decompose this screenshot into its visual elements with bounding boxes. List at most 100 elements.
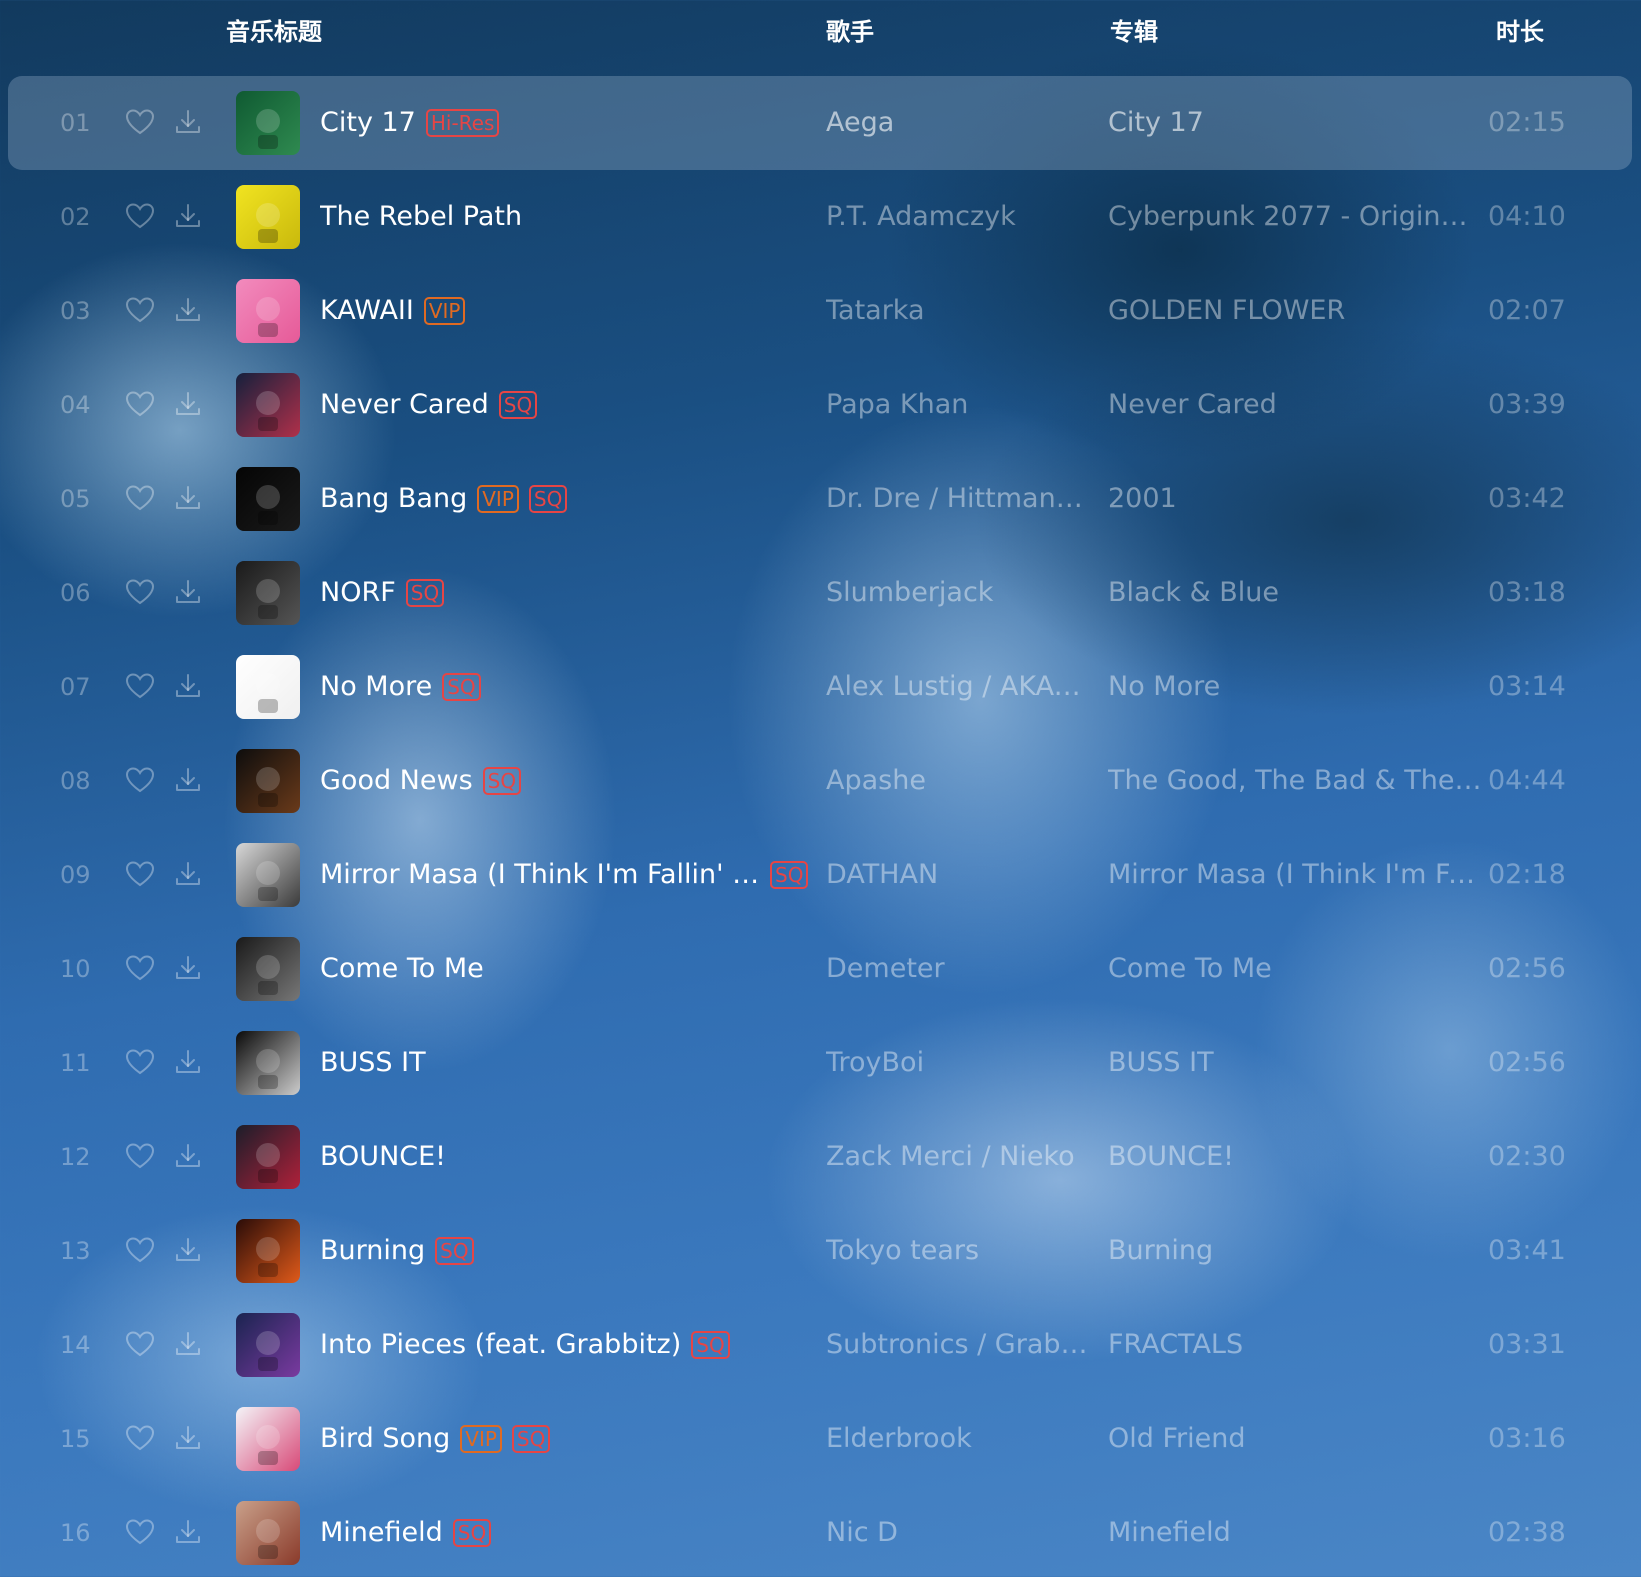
track-album[interactable]: Old Friend xyxy=(1108,1421,1483,1457)
download-icon[interactable] xyxy=(172,106,204,138)
download-icon[interactable] xyxy=(172,670,204,702)
track-album[interactable]: Come To Me xyxy=(1108,951,1483,987)
golden-flower-art[interactable] xyxy=(236,279,300,343)
download-icon[interactable] xyxy=(172,1516,204,1548)
fire-art[interactable] xyxy=(236,1219,300,1283)
column-header-album[interactable]: 专辑 xyxy=(1110,16,1158,48)
track-album[interactable]: Minefield xyxy=(1108,1515,1483,1551)
track-title[interactable]: BUSS IT xyxy=(320,1045,426,1081)
track-row[interactable]: 07 No More SQ Alex Lustig / AKACI... No … xyxy=(8,640,1632,734)
track-row[interactable]: 09 Mirror Masa (I Think I'm Fallin' for … xyxy=(8,828,1632,922)
heart-icon[interactable] xyxy=(124,388,156,420)
track-title[interactable]: City 17 xyxy=(320,105,416,141)
download-icon[interactable] xyxy=(172,952,204,984)
track-row[interactable]: 01 City 17 Hi-Res Aega City 17 02:15 xyxy=(8,76,1632,170)
heart-icon[interactable] xyxy=(124,858,156,890)
track-artist[interactable]: Demeter xyxy=(826,951,1088,987)
download-icon[interactable] xyxy=(172,294,204,326)
track-title[interactable]: Bang Bang xyxy=(320,481,467,517)
figure-art[interactable] xyxy=(236,373,300,437)
column-header-artist[interactable]: 歌手 xyxy=(826,16,874,48)
track-row[interactable]: 15 Bird Song VIP SQ Elderbrook Old Friend… xyxy=(8,1392,1632,1486)
star-art[interactable] xyxy=(236,1031,300,1095)
download-icon[interactable] xyxy=(172,200,204,232)
track-album[interactable]: The Good, The Bad & The F... xyxy=(1108,763,1483,799)
track-album[interactable]: Cyberpunk 2077 - Original S... xyxy=(1108,199,1483,235)
fractal-art[interactable] xyxy=(236,1313,300,1377)
track-album[interactable]: No More xyxy=(1108,669,1483,705)
portrait-art[interactable] xyxy=(236,843,300,907)
track-title[interactable]: No More xyxy=(320,669,432,705)
leaf-art[interactable] xyxy=(236,467,300,531)
column-header-title[interactable]: 音乐标题 xyxy=(226,16,322,48)
track-row[interactable]: 05 Bang Bang VIP SQ Dr. Dre / Hittman / .… xyxy=(8,452,1632,546)
bounce-art[interactable] xyxy=(236,1125,300,1189)
track-title[interactable]: KAWAII xyxy=(320,293,414,329)
download-icon[interactable] xyxy=(172,1234,204,1266)
track-row[interactable]: 16 Minefield SQ Nic D Minefield 02:38 xyxy=(8,1486,1632,1577)
heart-icon[interactable] xyxy=(124,1140,156,1172)
cyberpunk-art[interactable] xyxy=(236,185,300,249)
column-header-duration[interactable]: 时长 xyxy=(1496,16,1544,48)
track-artist[interactable]: Subtronics / Grabbitz xyxy=(826,1327,1088,1363)
track-artist[interactable]: Tokyo tears xyxy=(826,1233,1088,1269)
track-artist[interactable]: Aega xyxy=(826,105,1088,141)
track-title[interactable]: Burning xyxy=(320,1233,425,1269)
heart-icon[interactable] xyxy=(124,1328,156,1360)
track-artist[interactable]: TroyBoi xyxy=(826,1045,1088,1081)
track-row[interactable]: 04 Never Cared SQ Papa Khan Never Cared … xyxy=(8,358,1632,452)
download-icon[interactable] xyxy=(172,764,204,796)
track-row[interactable]: 14 Into Pieces (feat. Grabbitz) SQ Subtr… xyxy=(8,1298,1632,1392)
track-artist[interactable]: Tatarka xyxy=(826,293,1088,329)
figure-art[interactable] xyxy=(236,937,300,1001)
track-artist[interactable]: Elderbrook xyxy=(826,1421,1088,1457)
track-album[interactable]: 2001 xyxy=(1108,481,1483,517)
track-title[interactable]: Mirror Masa (I Think I'm Fallin' for ... xyxy=(320,857,760,893)
heart-icon[interactable] xyxy=(124,576,156,608)
heart-icon[interactable] xyxy=(124,482,156,514)
track-album[interactable]: Mirror Masa (I Think I'm Falli... xyxy=(1108,857,1483,893)
heart-icon[interactable] xyxy=(124,764,156,796)
track-album[interactable]: FRACTALS xyxy=(1108,1327,1483,1363)
track-album[interactable]: City 17 xyxy=(1108,105,1483,141)
track-album[interactable]: BOUNCE! xyxy=(1108,1139,1483,1175)
mask-art[interactable] xyxy=(236,749,300,813)
track-artist[interactable]: Zack Merci / Nieko xyxy=(826,1139,1088,1175)
heart-icon[interactable] xyxy=(124,1046,156,1078)
track-album[interactable]: Burning xyxy=(1108,1233,1483,1269)
track-artist[interactable]: Apashe xyxy=(826,763,1088,799)
heart-icon[interactable] xyxy=(124,952,156,984)
bird-art[interactable] xyxy=(236,1407,300,1471)
heart-icon[interactable] xyxy=(124,1422,156,1454)
track-title[interactable]: Minefield xyxy=(320,1515,443,1551)
download-icon[interactable] xyxy=(172,1422,204,1454)
minimal-art[interactable] xyxy=(236,655,300,719)
heart-icon[interactable] xyxy=(124,1516,156,1548)
download-icon[interactable] xyxy=(172,482,204,514)
track-row[interactable]: 11 BUSS IT TroyBoi BUSS IT 02:56 xyxy=(8,1016,1632,1110)
heart-icon[interactable] xyxy=(124,1234,156,1266)
track-artist[interactable]: Slumberjack xyxy=(826,575,1088,611)
download-icon[interactable] xyxy=(172,858,204,890)
track-artist[interactable]: Dr. Dre / Hittman / ... xyxy=(826,481,1088,517)
track-artist[interactable]: Nic D xyxy=(826,1515,1088,1551)
track-row[interactable]: 10 Come To Me Demeter Come To Me 02:56 xyxy=(8,922,1632,1016)
track-row[interactable]: 06 NORF SQ Slumberjack Black & Blue 03:1… xyxy=(8,546,1632,640)
heart-icon[interactable] xyxy=(124,670,156,702)
track-artist[interactable]: P.T. Adamczyk xyxy=(826,199,1088,235)
track-row[interactable]: 13 Burning SQ Tokyo tears Burning 03:41 xyxy=(8,1204,1632,1298)
download-icon[interactable] xyxy=(172,1046,204,1078)
download-icon[interactable] xyxy=(172,1140,204,1172)
track-album[interactable]: Never Cared xyxy=(1108,387,1483,423)
download-icon[interactable] xyxy=(172,1328,204,1360)
track-album[interactable]: BUSS IT xyxy=(1108,1045,1483,1081)
track-title[interactable]: Bird Song xyxy=(320,1421,450,1457)
heart-icon[interactable] xyxy=(124,294,156,326)
track-title[interactable]: Never Cared xyxy=(320,387,489,423)
track-title[interactable]: NORF xyxy=(320,575,396,611)
heart-icon[interactable] xyxy=(124,200,156,232)
track-row[interactable]: 12 BOUNCE! Zack Merci / Nieko BOUNCE! 02… xyxy=(8,1110,1632,1204)
track-artist[interactable]: Papa Khan xyxy=(826,387,1088,423)
track-row[interactable]: 03 KAWAII VIP Tatarka GOLDEN FLOWER 02:0… xyxy=(8,264,1632,358)
figure-art[interactable] xyxy=(236,1501,300,1565)
